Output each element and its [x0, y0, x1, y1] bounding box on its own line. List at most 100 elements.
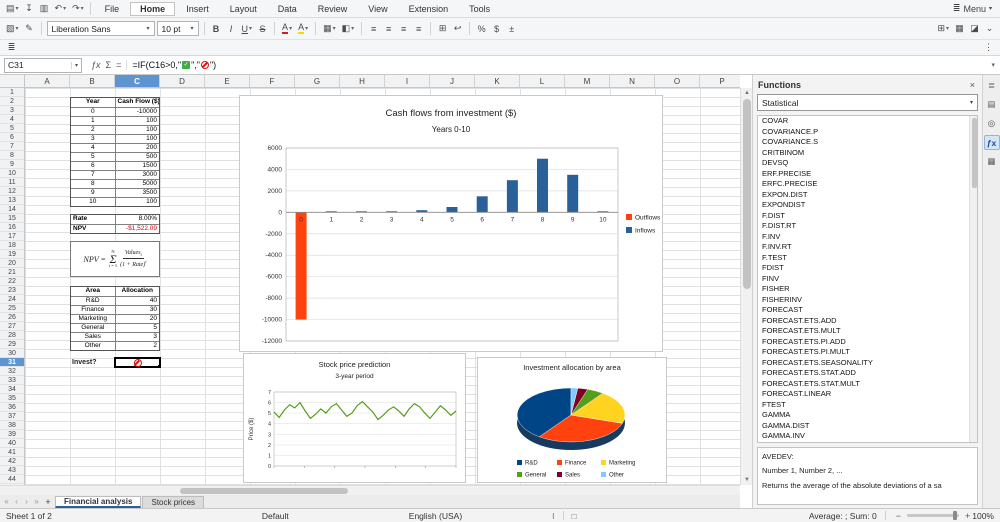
font-size-combo[interactable]: 10 pt▾ [157, 21, 199, 36]
row-options-button[interactable]: ≣ [5, 40, 18, 56]
function-item[interactable]: FORECAST.ETS.STAT.ADD [758, 368, 977, 379]
cell[interactable]: Allocation [115, 287, 160, 296]
row-header-16[interactable]: 16 [0, 223, 24, 232]
row-header-3[interactable]: 3 [0, 106, 24, 115]
cell[interactable]: Cash Flow ($) [115, 98, 160, 107]
cell[interactable]: R&D [71, 296, 115, 305]
wrap-text-button[interactable]: ↩ [451, 21, 464, 37]
function-item[interactable]: FORECAST [758, 305, 977, 316]
row-header-29[interactable]: 29 [0, 340, 24, 349]
row-header-20[interactable]: 20 [0, 259, 24, 268]
function-wizard-icon[interactable]: ƒx [91, 60, 101, 70]
tab-review[interactable]: Review [308, 2, 358, 16]
row-header-10[interactable]: 10 [0, 169, 24, 178]
cell[interactable]: 30 [115, 305, 160, 314]
cashflow-bar-chart[interactable]: Cash flows from investment ($)Years 0-10… [239, 95, 663, 352]
underline-dropdown-arrow[interactable]: ▾ [249, 25, 252, 32]
align-right-button[interactable]: ≡ [397, 21, 410, 37]
borders-dropdown-arrow[interactable]: ▾ [333, 25, 336, 32]
row-header-40[interactable]: 40 [0, 439, 24, 448]
function-item[interactable]: FTEST [758, 400, 977, 411]
cell[interactable]: 20 [115, 314, 160, 323]
function-item[interactable]: FORECAST.ETS.SEASONALITY [758, 358, 977, 369]
zoom-out-button[interactable]: − [894, 511, 903, 521]
function-item[interactable]: FINV [758, 274, 977, 285]
function-item[interactable]: GAMMA.DIST [758, 421, 977, 432]
row-header-36[interactable]: 36 [0, 403, 24, 412]
column-header-O[interactable]: O [655, 75, 700, 87]
tab-insert[interactable]: Insert [176, 2, 219, 16]
gallery-icon[interactable]: ▦ [984, 154, 1000, 169]
row-header-15[interactable]: 15 [0, 214, 24, 223]
autosum-icon[interactable]: Σ [106, 60, 112, 70]
column-header-N[interactable]: N [610, 75, 655, 87]
function-item[interactable]: FORECAST.LINEAR [758, 389, 977, 400]
row-header-25[interactable]: 25 [0, 304, 24, 313]
cell[interactable]: Area [71, 287, 115, 296]
cell[interactable]: 200 [115, 143, 160, 152]
tab-view[interactable]: View [358, 2, 397, 16]
cell[interactable]: -10000 [115, 107, 160, 116]
menu-button[interactable]: Menu [963, 4, 986, 14]
add-sheet-button[interactable]: + [42, 497, 54, 507]
row-header-7[interactable]: 7 [0, 142, 24, 151]
scroll-up-arrow[interactable]: ▲ [741, 88, 753, 98]
invest-label[interactable]: Invest? [70, 358, 115, 367]
undo-button[interactable]: ↶▾ [53, 1, 69, 17]
row-header-43[interactable]: 43 [0, 466, 24, 475]
cell[interactable]: 1500 [115, 161, 160, 170]
row-header-24[interactable]: 24 [0, 295, 24, 304]
insert-chart-button[interactable]: ◪ [968, 21, 981, 37]
cell[interactable]: 100 [115, 116, 160, 125]
redo-button[interactable]: ↷▾ [70, 1, 86, 17]
cell[interactable]: 8.00% [115, 215, 160, 224]
collapse-toolbar-button[interactable]: ⌄ [983, 21, 996, 37]
bold-button[interactable]: B [210, 21, 223, 37]
function-item[interactable]: FORECAST.ETS.ADD [758, 316, 977, 327]
row-header-37[interactable]: 37 [0, 412, 24, 421]
cell[interactable]: 9 [71, 188, 115, 197]
paste-button[interactable]: ▧▾ [4, 21, 21, 37]
cell[interactable]: Finance [71, 305, 115, 314]
selection-fill-handle[interactable] [158, 365, 161, 368]
cell[interactable]: 6 [71, 161, 115, 170]
function-item[interactable]: CRITBINOM [758, 148, 977, 159]
row-header-14[interactable]: 14 [0, 205, 24, 214]
name-box-arrow[interactable]: ▾ [71, 62, 78, 69]
function-item[interactable]: EXPONDIST [758, 200, 977, 211]
horizontal-scroll-thumb[interactable] [180, 488, 348, 494]
tab-extension[interactable]: Extension [399, 2, 459, 16]
cell[interactable]: 5000 [115, 179, 160, 188]
column-header-E[interactable]: E [205, 75, 250, 87]
formula-icon[interactable]: = [116, 60, 121, 70]
page-style[interactable]: Default [262, 511, 289, 521]
cell[interactable]: 40 [115, 296, 160, 305]
underline-button[interactable]: U▾ [240, 21, 255, 37]
column-header-G[interactable]: G [295, 75, 340, 87]
cell[interactable]: Rate [71, 215, 115, 224]
row-header-21[interactable]: 21 [0, 268, 24, 277]
column-header-C[interactable]: C [115, 75, 160, 87]
paste-dropdown-arrow[interactable]: ▾ [16, 25, 19, 32]
formula-bar-expand-arrow[interactable]: ▾ [986, 61, 1000, 69]
function-item[interactable]: FDIST [758, 263, 977, 274]
font-name-combo[interactable]: Liberation Sans▾ [47, 21, 155, 36]
function-item[interactable]: FORECAST.ETS.MULT [758, 326, 977, 337]
sheet-info[interactable]: Sheet 1 of 2 [6, 511, 52, 521]
column-header-J[interactable]: J [430, 75, 475, 87]
function-item[interactable]: GAMMA.INV [758, 431, 977, 442]
function-item[interactable]: FORECAST.ETS.PI.MULT [758, 347, 977, 358]
new-document-button[interactable]: ▤▾ [4, 1, 21, 17]
format-currency-button[interactable]: $ [490, 21, 503, 37]
vertical-scroll-thumb[interactable] [743, 99, 751, 289]
cell[interactable]: 5 [115, 323, 160, 332]
add-decimal-button[interactable]: ± [505, 21, 518, 37]
name-box[interactable]: C31 ▾ [4, 58, 82, 73]
cell[interactable]: General [71, 323, 115, 332]
insert-table-dropdown-arrow[interactable]: ▾ [946, 25, 949, 32]
row-header-4[interactable]: 4 [0, 115, 24, 124]
function-item[interactable]: COVARIANCE.S [758, 137, 977, 148]
function-item[interactable]: COVAR [758, 116, 977, 127]
row-header-12[interactable]: 12 [0, 187, 24, 196]
zoom-level[interactable]: 100% [972, 511, 994, 521]
